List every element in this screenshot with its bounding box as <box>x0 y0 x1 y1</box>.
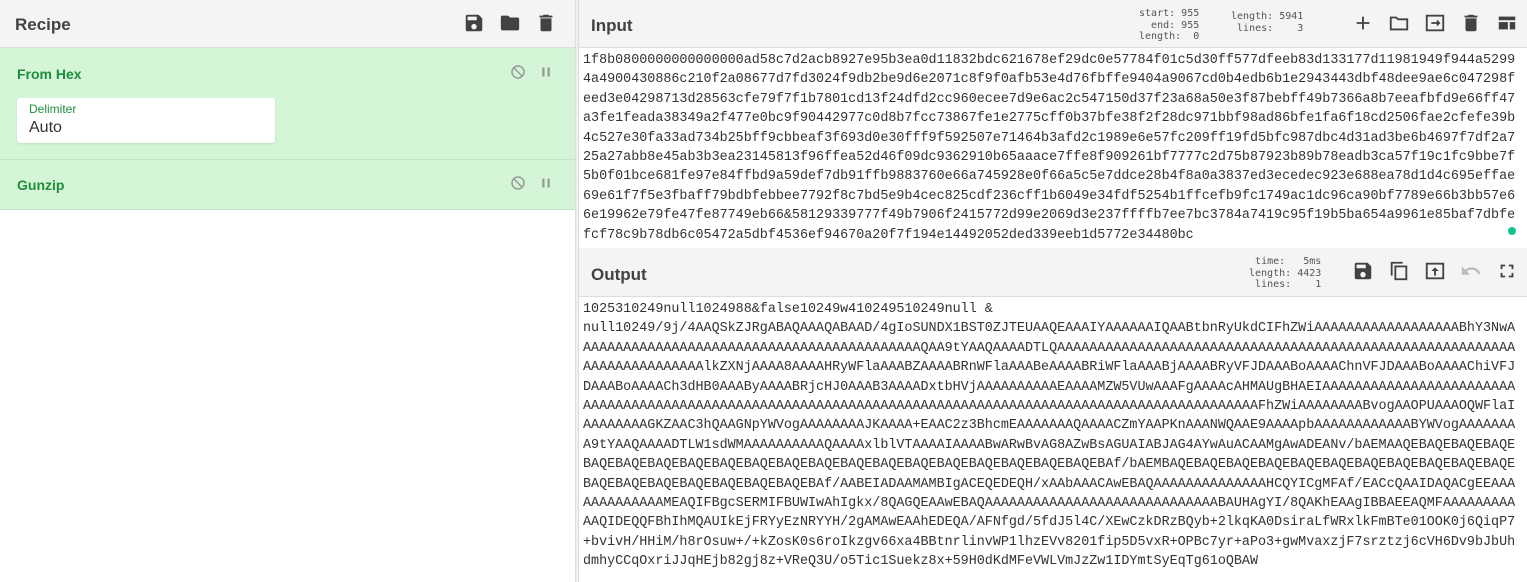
input-text[interactable]: 1f8b0800000000000000ad58c7d2acb8927e95b3… <box>579 48 1527 244</box>
clear-icon[interactable] <box>1460 12 1484 36</box>
recipe-header: Recipe <box>0 0 575 48</box>
disable-icon[interactable] <box>509 174 527 192</box>
disable-icon[interactable] <box>509 63 527 81</box>
add-icon[interactable] <box>1352 12 1376 36</box>
layout-icon[interactable] <box>1496 12 1520 36</box>
maximise-icon[interactable] <box>1496 260 1520 284</box>
output-text[interactable]: 1025310249null1024988&false10249w4102495… <box>579 297 1527 582</box>
operation-name: From Hex <box>17 66 82 82</box>
operation-gunzip[interactable]: Gunzip <box>0 160 575 210</box>
open-folder-icon[interactable] <box>1388 12 1412 36</box>
output-header: Output time: 5ms length: 4423 lines: 1 <box>579 248 1527 297</box>
recipe-title: Recipe <box>15 15 71 34</box>
delimiter-value[interactable]: Auto <box>29 119 62 137</box>
input-selection-stats: start: 955 end: 955 length: 0 <box>1139 8 1200 42</box>
replace-input-icon[interactable] <box>1424 260 1448 284</box>
status-dot <box>1508 227 1516 235</box>
pause-icon[interactable] <box>537 63 555 81</box>
input-length-stats: length: 5941 lines: 3 <box>1231 11 1304 34</box>
recipe-panel: Recipe From Hex Delimiter Auto Gunzip <box>0 0 576 582</box>
pause-icon[interactable] <box>537 174 555 192</box>
input-title: Input <box>591 16 633 35</box>
delimiter-field[interactable]: Delimiter Auto <box>17 98 275 143</box>
output-stats: time: 5ms length: 4423 lines: 1 <box>1249 256 1322 290</box>
save-icon[interactable] <box>463 12 487 36</box>
open-file-icon[interactable] <box>1424 12 1448 36</box>
trash-icon[interactable] <box>535 12 559 36</box>
input-header: Input start: 955 end: 955 length: 0 leng… <box>579 0 1527 48</box>
output-title: Output <box>591 265 647 284</box>
undo-icon[interactable] <box>1460 260 1484 284</box>
operation-from-hex[interactable]: From Hex Delimiter Auto <box>0 48 575 160</box>
folder-icon[interactable] <box>499 12 523 36</box>
operation-name: Gunzip <box>17 177 65 193</box>
input-panel: Input start: 955 end: 955 length: 0 leng… <box>579 0 1527 248</box>
copy-icon[interactable] <box>1388 260 1412 284</box>
delimiter-label: Delimiter <box>29 102 77 116</box>
save-output-icon[interactable] <box>1352 260 1376 284</box>
output-panel: Output time: 5ms length: 4423 lines: 1 1… <box>579 248 1527 582</box>
